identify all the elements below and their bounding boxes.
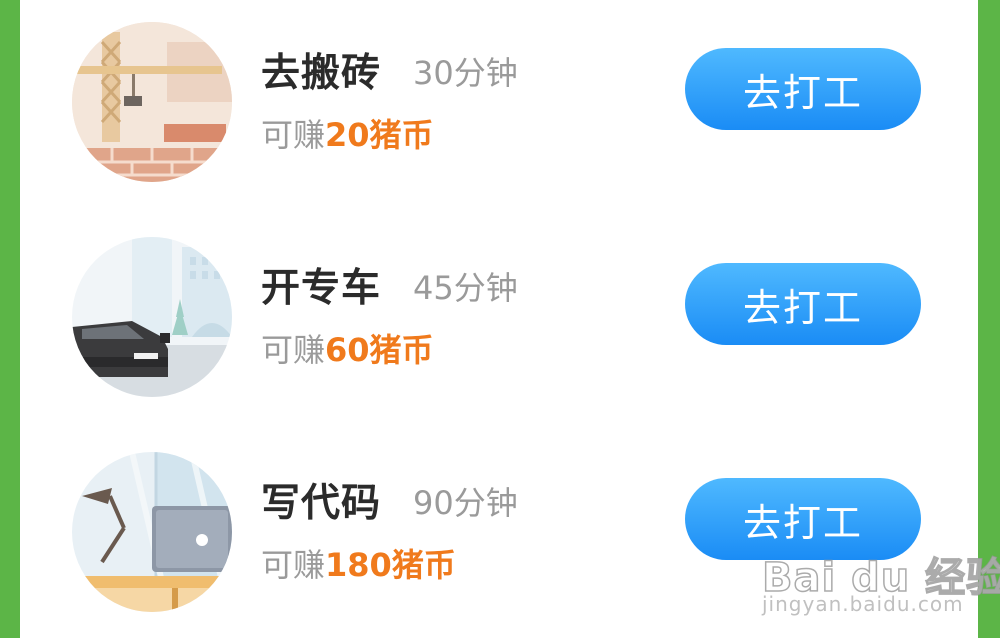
job-title: 开专车 — [261, 266, 382, 311]
job-duration: 30分钟 — [413, 54, 518, 92]
earn-prefix: 可赚 — [261, 331, 326, 369]
earn-prefix: 可赚 — [261, 546, 326, 584]
baidu-jingyan-watermark: Bai du 经验 jingyan.baidu.com — [761, 530, 1000, 630]
job-duration: 90分钟 — [413, 484, 518, 522]
brick-crane-icon — [72, 22, 232, 182]
job-row-driver: 开专车 45分钟 可赚60猪币 去打工 — [20, 215, 978, 415]
go-work-button-driver[interactable]: 去打工 — [685, 263, 921, 345]
job-row-brick: 去搬砖 30分钟 可赚20猪币 去打工 — [20, 0, 978, 200]
earn-text: 可赚20猪币 — [261, 110, 434, 156]
reward-amount: 60猪币 — [325, 331, 434, 369]
job-title: 写代码 — [261, 481, 382, 526]
earn-text: 可赚60猪币 — [261, 325, 434, 371]
reward-amount: 180猪币 — [325, 546, 456, 584]
watermark-url: jingyan.baidu.com — [762, 592, 964, 616]
job-duration: 45分钟 — [413, 269, 518, 307]
laptop-desk-icon — [72, 452, 232, 612]
go-work-button-brick[interactable]: 去打工 — [685, 48, 921, 130]
reward-amount: 20猪币 — [325, 116, 434, 154]
job-title: 去搬砖 — [261, 51, 382, 96]
earn-prefix: 可赚 — [261, 116, 326, 154]
earn-text: 可赚180猪币 — [261, 540, 456, 586]
car-city-icon — [72, 237, 232, 397]
